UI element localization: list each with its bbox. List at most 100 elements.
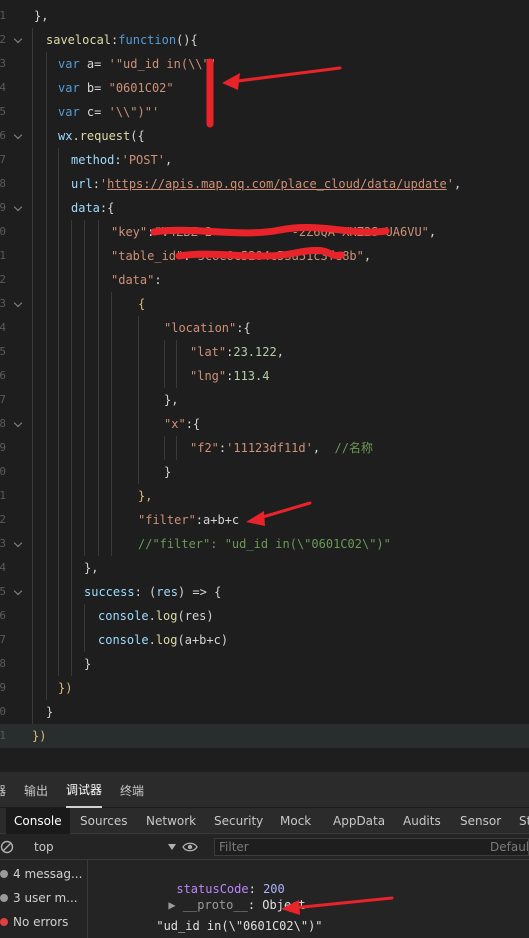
proto-line[interactable]: ▶ __proto__: Object	[125, 881, 529, 912]
indent-guide	[84, 628, 85, 652]
tab-mock[interactable]: Mock	[280, 808, 311, 834]
code-line[interactable]: 7},	[0, 388, 529, 412]
fold-chevron-icon[interactable]	[13, 298, 23, 308]
indent-guide	[58, 364, 59, 388]
code-token: //"filter": "ud_id in(\"0601C02\")"	[138, 537, 391, 551]
code-line[interactable]: 9})	[0, 676, 529, 700]
tab-problems[interactable]: 器	[0, 772, 6, 810]
log-output-line: "ud_id in(\"0601C02\")"	[156, 919, 323, 933]
code-line[interactable]: 7 method:'POST',	[0, 148, 529, 172]
indent-guide	[46, 628, 47, 652]
code-line[interactable]: 1},	[0, 484, 529, 508]
line-number: 1	[0, 9, 6, 22]
indent-guide	[32, 676, 33, 700]
code-text: {	[138, 292, 145, 316]
code-text: }	[84, 652, 91, 676]
fold-chevron-icon[interactable]	[13, 538, 23, 548]
code-text: },	[84, 556, 98, 580]
code-line[interactable]: 4 "location":{	[0, 316, 529, 340]
indent-guide	[46, 196, 47, 220]
code-line[interactable]: 0 "key":"V4ZBZ-2 -2Z6QA-XKZ2S-UA6VU",	[0, 220, 529, 244]
code-editor[interactable]: 1}, 2 savelocal:function(){3 var a= '"ud_id…	[0, 0, 529, 772]
code-line[interactable]: 8 url: 'https://apis.map.qq.com/place_clou…	[0, 172, 529, 196]
code-line[interactable]: 4 var b= "0601C02"	[0, 76, 529, 100]
line-number: 5	[0, 105, 6, 118]
code-token: "key"	[111, 225, 148, 239]
fold-chevron-icon[interactable]	[13, 130, 23, 140]
tab-security[interactable]: Security	[214, 808, 263, 834]
code-line[interactable]: 1},	[0, 4, 529, 28]
tab-sources[interactable]: Sources	[80, 808, 127, 834]
code-line[interactable]: 5 success: (res) => {	[0, 580, 529, 604]
code-text: method:'POST',	[71, 148, 172, 172]
code-line[interactable]: 7 console.log(a+b+c)	[0, 628, 529, 652]
indent-guide	[71, 604, 72, 628]
indent-guide	[32, 412, 33, 436]
code-line[interactable]: 2 "filter":a+b+c	[0, 508, 529, 532]
tab-audits[interactable]: Audits	[403, 808, 441, 834]
fold-chevron-icon[interactable]	[13, 34, 23, 44]
tab-storage[interactable]: St	[519, 808, 529, 834]
clear-console-icon[interactable]	[0, 840, 14, 854]
tab-console[interactable]: Console	[6, 808, 70, 834]
indent-guide	[71, 556, 72, 580]
indent-guide	[46, 340, 47, 364]
code-line[interactable]: 3 //"filter": "ud_id in(\"0601C02\")"	[0, 532, 529, 556]
code-line[interactable]: 4},	[0, 556, 529, 580]
indent-guide	[46, 508, 47, 532]
console-output[interactable]: statusCode: 200 ▶ __proto__: Object "ud_…	[89, 860, 529, 938]
indent-guide	[46, 76, 47, 100]
code-line[interactable]: 8}	[0, 652, 529, 676]
code-line[interactable]: 6 console.log(res)	[0, 604, 529, 628]
user-icon	[0, 894, 8, 902]
code-token: savelocal	[46, 33, 112, 47]
indent-guide	[84, 460, 85, 484]
sidebar-item-messages[interactable]: 4 messag...	[0, 862, 88, 886]
code-text: },	[34, 4, 48, 28]
tab-network[interactable]: Network	[146, 808, 196, 834]
sidebar-item-errors[interactable]: No errors	[0, 910, 88, 934]
indent-guide	[98, 460, 99, 484]
code-line[interactable]: 5 "lat":23.122,	[0, 340, 529, 364]
code-token: '	[446, 177, 454, 191]
console-prompt[interactable]: ›	[95, 920, 529, 938]
code-line[interactable]: 2 savelocal:function(){	[0, 28, 529, 52]
code-line[interactable]: 9 "f2":'11123df11d', //名称	[0, 436, 529, 460]
sidebar-item-user-messages[interactable]: 3 user m...	[0, 886, 88, 910]
code-line[interactable]: 3 var a= '"ud_id in(\\"'	[0, 52, 529, 76]
console-sidebar: 4 messag... 3 user m... No errors	[0, 860, 88, 938]
tab-sensor[interactable]: Sensor	[460, 808, 501, 834]
code-token: (res)	[177, 609, 214, 623]
tab-debugger[interactable]: 调试器	[66, 772, 103, 808]
code-token: b=	[79, 81, 109, 95]
indent-guide	[164, 340, 165, 364]
indent-guide	[46, 676, 47, 700]
code-line[interactable]: 6 wx.request({	[0, 124, 529, 148]
code-line[interactable]: 0}	[0, 700, 529, 724]
indent-guide	[32, 268, 33, 292]
code-token: })	[58, 681, 73, 695]
fold-chevron-icon[interactable]	[13, 202, 23, 212]
fold-chevron-icon[interactable]	[13, 586, 23, 596]
code-line[interactable]: 2 "data":	[0, 268, 529, 292]
code-line[interactable]: 9 data:{	[0, 196, 529, 220]
code-line[interactable]: 6 "lng":113.4	[0, 364, 529, 388]
indent-guide	[46, 652, 47, 676]
tab-output[interactable]: 输出	[24, 772, 48, 810]
indent-guide	[111, 364, 112, 388]
indent-guide	[58, 532, 59, 556]
indent-guide	[111, 532, 112, 556]
indent-guide	[84, 388, 85, 412]
fold-chevron-icon[interactable]	[13, 418, 23, 428]
indent-guide	[58, 220, 59, 244]
code-line[interactable]: 8 "x":{	[0, 412, 529, 436]
code-line[interactable]: 1})	[0, 724, 529, 748]
code-token: "f2"	[190, 441, 219, 455]
code-line[interactable]: 1 "table_id":"5c8e8c5204c53a51c3fe8b",	[0, 244, 529, 268]
code-line[interactable]: 5 var c= '\\")"'	[0, 100, 529, 124]
indent-guide	[98, 412, 99, 436]
tab-terminal[interactable]: 终端	[120, 772, 144, 810]
tab-appdata[interactable]: AppData	[333, 808, 385, 834]
code-line[interactable]: 0}	[0, 460, 529, 484]
code-line[interactable]: 3{	[0, 292, 529, 316]
